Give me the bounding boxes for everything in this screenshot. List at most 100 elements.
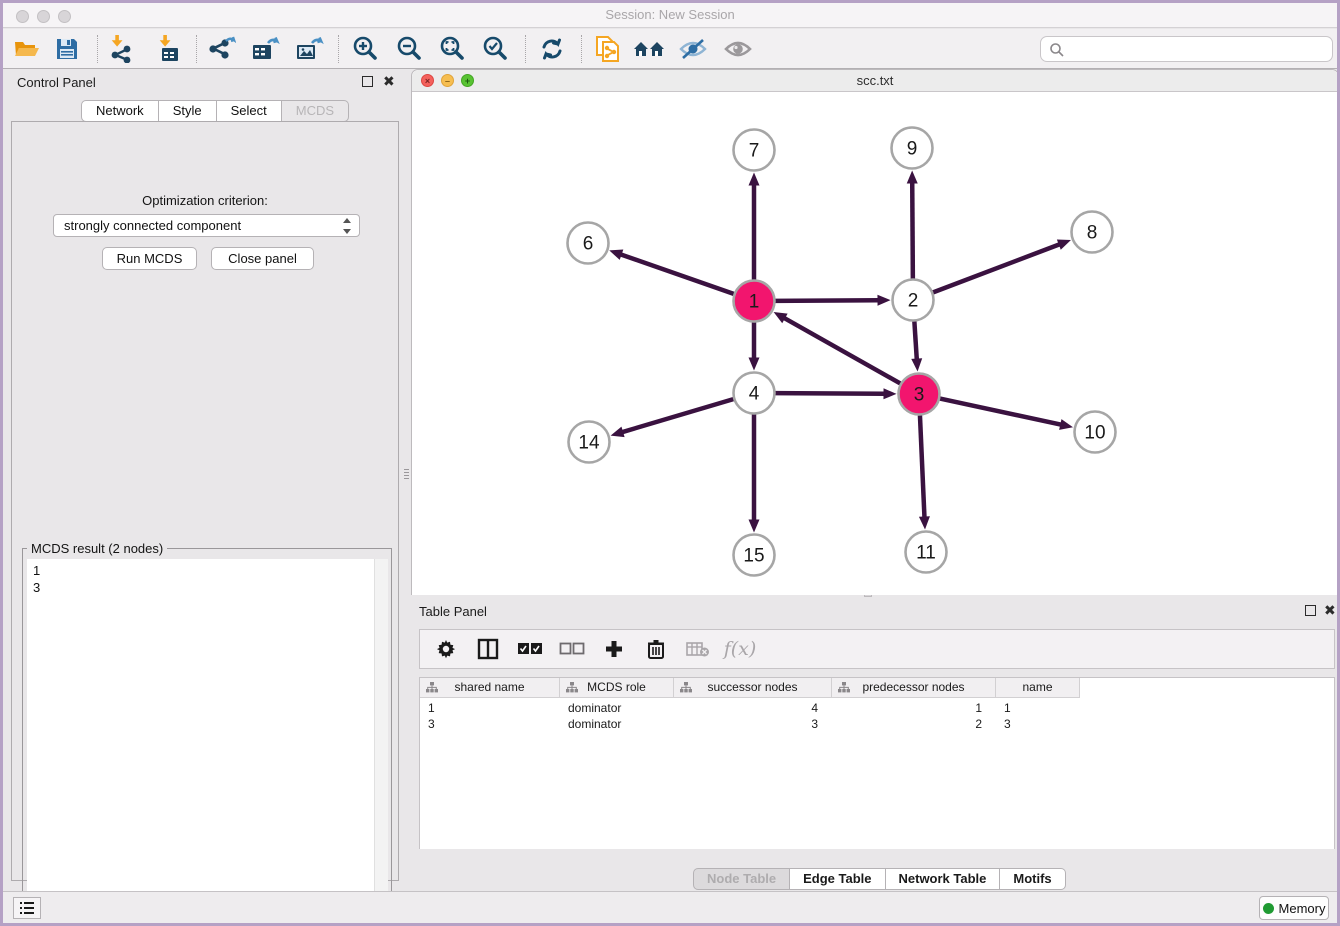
refresh-icon [538, 35, 566, 63]
table-toolbar: f(x) [419, 629, 1335, 669]
trash-icon [647, 639, 665, 659]
show-details-button[interactable] [720, 34, 756, 64]
zoom-fit-icon [438, 35, 466, 63]
cell-shared-name[interactable]: 1 [420, 700, 560, 716]
import-table-button[interactable] [151, 34, 187, 64]
select-all-button[interactable] [516, 636, 544, 662]
memory-button[interactable]: Memory [1259, 896, 1329, 920]
control-panel: Control Panel ✖ Network Style Select MCD… [7, 69, 403, 885]
cell-successor-nodes[interactable]: 3 [674, 716, 832, 732]
delete-row-button[interactable] [642, 636, 670, 662]
tab-edge-table[interactable]: Edge Table [790, 868, 885, 890]
zoom-in-button[interactable] [347, 34, 383, 64]
tab-network-table[interactable]: Network Table [886, 868, 1001, 890]
optimization-criterion-select[interactable]: strongly connected component [53, 214, 360, 237]
graph-edge-arrow-icon [883, 388, 896, 399]
hierarchy-icon [680, 682, 692, 694]
export-network-button[interactable] [203, 34, 239, 64]
network-window-titlebar: × – + scc.txt [412, 70, 1337, 92]
zoom-selected-icon [481, 35, 509, 63]
column-visibility-button[interactable] [474, 636, 502, 662]
import-network-button[interactable] [103, 34, 139, 64]
column-header-shared-name[interactable]: shared name [420, 678, 560, 698]
deselect-all-button[interactable] [558, 636, 586, 662]
home-button[interactable] [632, 34, 668, 64]
zoom-fit-button[interactable] [434, 34, 470, 64]
hide-details-button[interactable] [675, 34, 711, 64]
cell-name[interactable]: 1 [996, 700, 1080, 716]
refresh-button[interactable] [534, 34, 570, 64]
graph-edge-arrow-icon [911, 358, 922, 371]
export-table-button[interactable] [247, 34, 283, 64]
graph-edge-4-3[interactable] [775, 393, 884, 394]
cell-predecessor-nodes[interactable]: 1 [832, 700, 996, 716]
graph-node-label: 10 [1084, 423, 1105, 444]
table-header-row: shared name MCDS role successor nodes pr… [420, 678, 1080, 698]
zoom-selected-button[interactable] [477, 34, 513, 64]
cell-mcds-role[interactable]: dominator [560, 716, 674, 732]
column-header-predecessor-nodes[interactable]: predecessor nodes [832, 678, 996, 698]
table-panel-close-icon[interactable]: ✖ [1324, 602, 1336, 619]
column-header-successor-nodes[interactable]: successor nodes [674, 678, 832, 698]
control-panel-float-icon[interactable] [362, 76, 373, 87]
column-header-mcds-role[interactable]: MCDS role [560, 678, 674, 698]
run-mcds-button[interactable]: Run MCDS [102, 247, 197, 270]
table-panel-float-icon[interactable] [1305, 605, 1316, 616]
task-history-button[interactable] [13, 897, 41, 919]
graph-edge-3-10[interactable] [940, 399, 1061, 425]
tab-mcds[interactable]: MCDS [282, 100, 349, 122]
tab-select[interactable]: Select [217, 100, 282, 122]
zoom-out-button[interactable] [391, 34, 427, 64]
hierarchy-icon [566, 682, 578, 694]
network-view-window: × – + scc.txt 7968124314101511 [411, 69, 1337, 595]
table-settings-button[interactable] [432, 636, 460, 662]
cell-shared-name[interactable]: 3 [420, 716, 560, 732]
control-panel-close-icon[interactable]: ✖ [383, 73, 395, 90]
cell-predecessor-nodes[interactable]: 2 [832, 716, 996, 732]
column-label: name [1022, 680, 1052, 694]
function-builder-button[interactable]: f(x) [726, 636, 754, 662]
table-row[interactable]: 1 dominator 4 1 1 [420, 700, 1080, 716]
add-row-button[interactable] [600, 636, 628, 662]
search-input[interactable] [1069, 39, 1327, 59]
network-document-button[interactable] [590, 34, 626, 64]
open-folder-icon [13, 37, 41, 61]
tab-network[interactable]: Network [81, 100, 159, 122]
cell-name[interactable]: 3 [996, 716, 1080, 732]
graph-edge-4-14[interactable] [622, 399, 733, 432]
vertical-splitter-handle[interactable] [403, 461, 410, 487]
cell-mcds-role[interactable]: dominator [560, 700, 674, 716]
export-image-icon [294, 35, 324, 63]
graph-edge-2-8[interactable] [933, 244, 1060, 292]
graph-node-label: 6 [583, 234, 594, 255]
delete-table-button[interactable] [684, 636, 712, 662]
graph-edge-2-3[interactable] [914, 321, 916, 359]
optimization-criterion-label: Optimization criterion: [12, 193, 398, 208]
network-graph[interactable]: 7968124314101511 [412, 92, 1337, 595]
save-session-button[interactable] [49, 34, 85, 64]
export-image-button[interactable] [291, 34, 327, 64]
graph-edge-3-11[interactable] [920, 415, 925, 517]
graph-edge-3-1[interactable] [784, 318, 900, 384]
graph-edge-1-6[interactable] [621, 254, 734, 294]
cell-successor-nodes[interactable]: 4 [674, 700, 832, 716]
main-toolbar [3, 29, 1337, 69]
open-session-button[interactable] [9, 34, 45, 64]
network-canvas[interactable]: 7968124314101511 [412, 92, 1337, 595]
close-panel-button[interactable]: Close panel [211, 247, 314, 270]
table-row[interactable]: 3 dominator 3 2 3 [420, 716, 1080, 732]
tab-style[interactable]: Style [159, 100, 217, 122]
graph-edge-2-9[interactable] [912, 182, 913, 278]
mcds-result-textarea[interactable]: 1 3 [27, 559, 388, 921]
graph-edge-1-2[interactable] [775, 300, 878, 301]
tab-motifs[interactable]: Motifs [1000, 868, 1065, 890]
column-header-name[interactable]: name [996, 678, 1080, 698]
optimization-criterion-value: strongly connected component [64, 218, 241, 233]
mcds-result-line: 1 [33, 562, 388, 579]
result-scrollbar[interactable] [374, 559, 388, 921]
plus-icon [604, 639, 624, 659]
main-window: Session: New Session [3, 3, 1337, 923]
import-network-icon [107, 35, 135, 63]
graph-node-label: 4 [749, 384, 760, 405]
tab-node-table[interactable]: Node Table [693, 868, 790, 890]
